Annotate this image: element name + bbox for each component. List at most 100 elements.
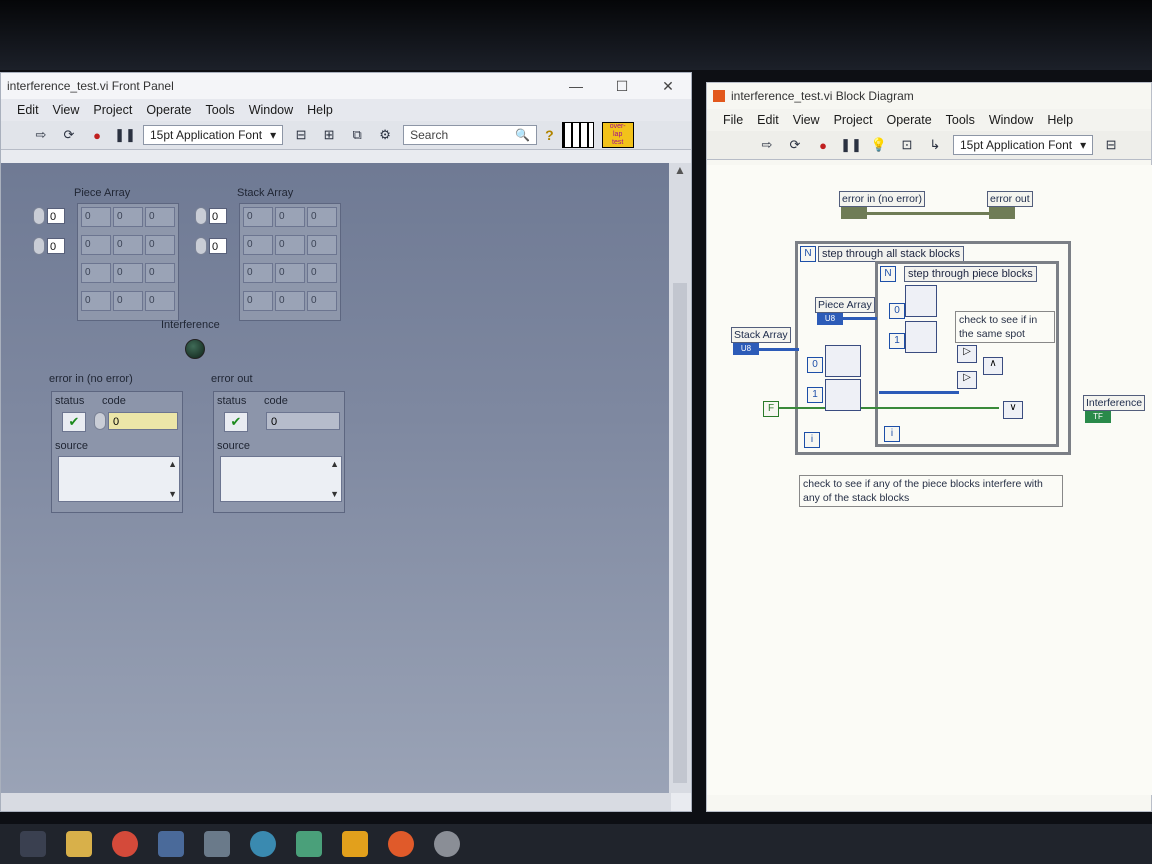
search-input[interactable]: Search 🔍	[403, 125, 538, 145]
labview-icon[interactable]	[342, 831, 368, 857]
retain-wire-values-icon[interactable]: ⊡	[897, 136, 917, 154]
scroll-up-arrow-icon[interactable]: ▲	[669, 163, 691, 183]
pause-icon[interactable]: ❚❚	[840, 136, 862, 154]
stack-array-terminal[interactable]: U8	[733, 343, 759, 355]
piece-array-terminal-label[interactable]: Piece Array	[815, 297, 875, 313]
index-array-node[interactable]	[905, 285, 937, 317]
distribute-objects-icon[interactable]: ⊞	[319, 126, 339, 144]
stack-array-cell[interactable]: 0	[243, 263, 273, 283]
font-selector[interactable]: 15pt Application Font ▾	[143, 125, 284, 145]
app-icon[interactable]	[434, 831, 460, 857]
menu-project[interactable]: Project	[834, 113, 873, 127]
stack-array-cell[interactable]: 0	[307, 207, 337, 227]
inner-comment[interactable]: check to see if in the same spot	[955, 311, 1055, 343]
stack-array-index-1[interactable]: 0	[209, 238, 227, 254]
piece-array-cell[interactable]: 0	[145, 207, 175, 227]
minimize-button[interactable]: —	[553, 78, 599, 94]
piece-array-cell[interactable]: 0	[145, 263, 175, 283]
equal-compare-node[interactable]: ▷	[957, 371, 977, 389]
piece-array-cell[interactable]: 0	[81, 235, 111, 255]
menu-help[interactable]: Help	[307, 103, 333, 117]
scroll-down-icon[interactable]: ▼	[168, 489, 177, 499]
run-arrow-icon[interactable]: ⇨	[757, 136, 777, 154]
browser-icon[interactable]	[388, 831, 414, 857]
index-array-node[interactable]	[825, 379, 861, 411]
index-array-node[interactable]	[905, 321, 937, 353]
menu-window[interactable]: Window	[989, 113, 1033, 127]
piece-array-index-1[interactable]: 0	[47, 238, 65, 254]
piece-array-index-0[interactable]: 0	[47, 208, 65, 224]
abort-icon[interactable]: ●	[813, 136, 833, 154]
scroll-down-icon[interactable]: ▼	[330, 489, 339, 499]
chrome-icon[interactable]	[112, 831, 138, 857]
abort-icon[interactable]: ●	[87, 126, 107, 144]
menu-tools[interactable]: Tools	[946, 113, 975, 127]
align-objects-icon[interactable]: ⊟	[1101, 136, 1121, 154]
error-in-terminal-label[interactable]: error in (no error)	[839, 191, 925, 207]
stack-array-grid[interactable]: 0 0 0 0 0 0 0 0 0 0 0 0	[239, 203, 341, 321]
piece-array-cell[interactable]: 0	[113, 207, 143, 227]
index-array-node[interactable]	[825, 345, 861, 377]
resize-objects-icon[interactable]: ⧉	[347, 126, 367, 144]
piece-array-cell[interactable]: 0	[113, 291, 143, 311]
align-objects-icon[interactable]: ⊟	[291, 126, 311, 144]
task-view-icon[interactable]	[20, 831, 46, 857]
scroll-thumb[interactable]	[673, 283, 687, 783]
piece-array-cell[interactable]: 0	[81, 207, 111, 227]
piece-array-terminal[interactable]: U8	[817, 313, 843, 325]
menu-file[interactable]: File	[723, 113, 743, 127]
help-button[interactable]: ?	[545, 127, 554, 143]
piece-index-const-1[interactable]: 1	[889, 333, 905, 349]
app-icon[interactable]	[204, 831, 230, 857]
stack-array-cell[interactable]: 0	[275, 291, 305, 311]
piece-array-index-spin-1[interactable]	[33, 237, 45, 255]
piece-index-const-0[interactable]: 0	[889, 303, 905, 319]
piece-array-cell[interactable]: 0	[113, 235, 143, 255]
stack-array-cell[interactable]: 0	[307, 235, 337, 255]
run-continuously-icon[interactable]: ⟳	[785, 136, 805, 154]
error-in-code-field[interactable]: 0	[108, 412, 178, 430]
app-icon[interactable]	[250, 831, 276, 857]
menu-help[interactable]: Help	[1047, 113, 1073, 127]
error-in-source-field[interactable]: ▲ ▼	[58, 456, 180, 502]
piece-array-cell[interactable]: 0	[81, 263, 111, 283]
menu-edit[interactable]: Edit	[757, 113, 779, 127]
menu-operate[interactable]: Operate	[886, 113, 931, 127]
app-icon[interactable]	[158, 831, 184, 857]
scroll-up-icon[interactable]: ▲	[330, 459, 339, 469]
piece-array-index-spin-0[interactable]	[33, 207, 45, 225]
front-panel-horizontal-scrollbar[interactable]	[1, 793, 671, 811]
stack-array-cell[interactable]: 0	[243, 207, 273, 227]
app-icon[interactable]	[296, 831, 322, 857]
file-explorer-icon[interactable]	[66, 831, 92, 857]
menu-window[interactable]: Window	[249, 103, 293, 117]
interference-terminal[interactable]: TF	[1085, 411, 1111, 423]
run-continuously-icon[interactable]: ⟳	[59, 126, 79, 144]
step-into-icon[interactable]: ↳	[925, 136, 945, 154]
maximize-button[interactable]: ☐	[599, 78, 645, 95]
menu-project[interactable]: Project	[93, 103, 132, 117]
stack-array-index-spin-0[interactable]	[195, 207, 207, 225]
block-diagram-comment[interactable]: check to see if any of the piece blocks …	[799, 475, 1063, 507]
piece-array-cell[interactable]: 0	[113, 263, 143, 283]
stack-array-cell[interactable]: 0	[275, 235, 305, 255]
piece-array-grid[interactable]: 0 0 0 0 0 0 0 0 0 0 0 0	[77, 203, 179, 321]
error-out-terminal-label[interactable]: error out	[987, 191, 1033, 207]
stack-array-index-0[interactable]: 0	[209, 208, 227, 224]
outer-loop-count-terminal[interactable]: N	[800, 246, 816, 262]
piece-array-cell[interactable]: 0	[81, 291, 111, 311]
highlight-execution-icon[interactable]: 💡	[869, 136, 889, 154]
stack-index-const-1[interactable]: 1	[807, 387, 823, 403]
stack-array-cell[interactable]: 0	[307, 291, 337, 311]
error-in-code-spin[interactable]	[94, 412, 106, 430]
piece-array-cell[interactable]: 0	[145, 235, 175, 255]
menu-view[interactable]: View	[53, 103, 80, 117]
stack-array-index-spin-1[interactable]	[195, 237, 207, 255]
stack-array-cell[interactable]: 0	[275, 263, 305, 283]
pause-icon[interactable]: ❚❚	[114, 126, 136, 144]
menu-view[interactable]: View	[793, 113, 820, 127]
and-gate-node[interactable]: ∧	[983, 357, 1003, 375]
stack-array-cell[interactable]: 0	[243, 235, 273, 255]
run-arrow-icon[interactable]: ⇨	[31, 126, 51, 144]
error-in-terminal[interactable]	[841, 207, 867, 219]
